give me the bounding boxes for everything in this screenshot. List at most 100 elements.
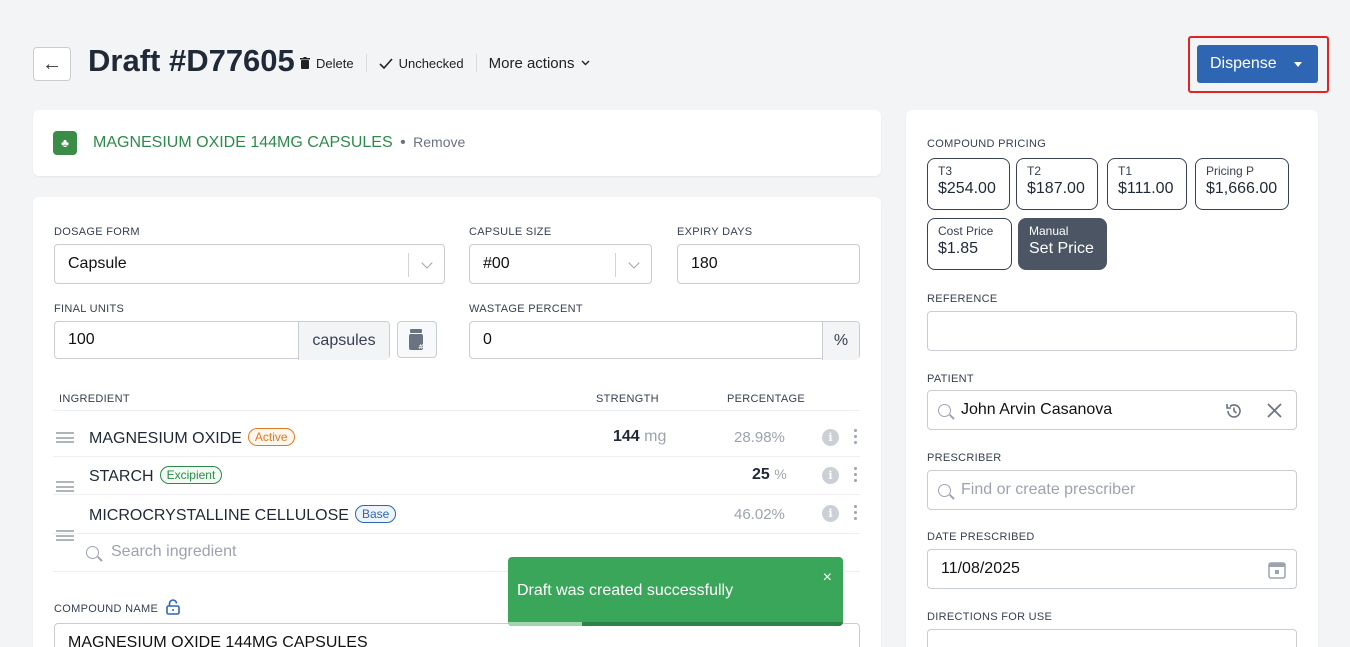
strength-value: 144 (613, 428, 640, 445)
check-icon (379, 57, 393, 69)
prescriber-input[interactable]: Find or create prescriber (927, 470, 1297, 510)
info-icon[interactable]: i (822, 467, 839, 484)
divider (53, 410, 860, 411)
kebab-icon[interactable] (854, 505, 857, 520)
ingredient-name[interactable]: MAGNESIUM OXIDE (89, 430, 242, 447)
prescriber-placeholder: Find or create prescriber (961, 481, 1136, 498)
pricing-tier-pricing-p[interactable]: Pricing P $1,666.00 (1195, 158, 1289, 210)
percentage-value: 28.98% (734, 429, 785, 446)
kebab-icon[interactable] (854, 429, 857, 444)
ingredient-search[interactable]: Search ingredient (86, 543, 236, 561)
ingredient-name[interactable]: STARCH (89, 468, 154, 485)
percentage-header: PERCENTAGE (727, 393, 805, 405)
pricing-tier-t3[interactable]: T3 $254.00 (927, 158, 1010, 210)
pricing-tier-label: Pricing P (1206, 164, 1255, 178)
strength-cell[interactable]: 144 mg (613, 428, 666, 446)
chevron-down-icon (408, 253, 444, 277)
date-prescribed-value: 11/08/2025 (941, 560, 1020, 577)
capsule-size-label: CAPSULE SIZE (469, 226, 552, 238)
search-icon (938, 403, 951, 417)
dosage-form-value: Capsule (68, 255, 127, 272)
unchecked-button[interactable]: Unchecked (379, 56, 464, 71)
final-units-unit: capsules (298, 322, 389, 360)
patient-input[interactable]: John Arvin Casanova (927, 390, 1297, 430)
compound-name-input[interactable]: MAGNESIUM OXIDE 144MG CAPSULES (54, 623, 860, 647)
compound-name-label-row: COMPOUND NAME (54, 599, 180, 615)
toast-message: Draft was created successfully (517, 582, 734, 599)
pricing-tier-cost-price[interactable]: Cost Price $1.85 (927, 218, 1012, 270)
dispense-button[interactable]: Dispense (1197, 45, 1318, 83)
wastage-percent-input[interactable]: 0 % (469, 321, 860, 360)
patient-label: PATIENT (927, 373, 974, 385)
ingredient-name[interactable]: MICROCRYSTALLINE CELLULOSE (89, 507, 349, 524)
percentage-cell[interactable]: 25 % (752, 466, 787, 484)
pricing-tier-value: $1.85 (938, 240, 979, 257)
drag-handle-icon[interactable] (56, 530, 74, 541)
calendar-icon[interactable] (1268, 560, 1286, 579)
final-units-input[interactable]: 100 capsules (54, 321, 390, 360)
pricing-tier-t2[interactable]: T2 $187.00 (1016, 158, 1098, 210)
ingredient-header: INGREDIENT (59, 393, 130, 405)
reference-input[interactable] (927, 311, 1297, 351)
pricing-tier-label: Cost Price (938, 224, 994, 238)
product-header: MAGNESIUM OXIDE 144MG CAPSULES • Remove (93, 134, 465, 152)
divider (53, 533, 860, 534)
ingredient-search-placeholder: Search ingredient (111, 543, 237, 560)
capsule-size-select[interactable]: #00 (469, 244, 652, 284)
delete-button[interactable]: Delete (300, 56, 354, 71)
expiry-days-value: 180 (691, 255, 718, 272)
strength-header: STRENGTH (596, 393, 659, 405)
expiry-days-input[interactable]: 180 (677, 244, 860, 284)
dispense-dropdown-caret-icon[interactable] (1294, 61, 1302, 67)
expiry-days-label: EXPIRY DAYS (677, 226, 753, 238)
date-prescribed-input[interactable]: 11/08/2025 (927, 549, 1297, 589)
pricing-tier-value: $254.00 (938, 180, 996, 197)
pricing-tier-t1[interactable]: T1 $111.00 (1107, 158, 1187, 210)
wastage-percent-unit: % (822, 322, 859, 360)
percentage-value: 25 (752, 466, 770, 483)
compound-pricing-label: COMPOUND PRICING (927, 138, 1047, 150)
chevron-down-icon (581, 60, 589, 66)
close-icon[interactable]: × (823, 569, 832, 587)
product-name[interactable]: MAGNESIUM OXIDE 144MG CAPSULES (93, 134, 393, 151)
compound-name-value: MAGNESIUM OXIDE 144MG CAPSULES (68, 634, 368, 647)
header-actions: Delete Unchecked More actions (300, 54, 590, 72)
drag-handle-icon[interactable] (56, 481, 74, 492)
info-icon[interactable]: i (822, 505, 839, 522)
compound-icon: ♣ (53, 131, 77, 155)
prescriber-label: PRESCRIBER (927, 452, 1002, 464)
close-icon[interactable] (1267, 403, 1282, 418)
ingredient-type-badge: Excipient (159, 466, 223, 484)
separator: • (400, 134, 406, 151)
more-actions-button[interactable]: More actions (489, 55, 590, 72)
final-units-label: FINAL UNITS (54, 303, 125, 315)
pricing-tier-label: T2 (1027, 164, 1042, 178)
divider (53, 456, 860, 457)
search-icon (86, 545, 99, 559)
pricing-tier-label: T1 (1118, 164, 1133, 178)
wastage-percent-label: WASTAGE PERCENT (469, 303, 583, 315)
directions-input[interactable] (927, 629, 1297, 647)
strength-unit: mg (644, 428, 667, 445)
dispense-label: Dispense (1210, 55, 1277, 72)
history-icon[interactable] (1224, 401, 1244, 421)
dosage-form-select[interactable]: Capsule (54, 244, 445, 284)
drag-handle-icon[interactable] (56, 432, 74, 443)
percentage-unit: % (774, 466, 787, 482)
pricing-tier-value: $111.00 (1118, 180, 1174, 197)
wastage-percent-value: 0 (483, 331, 492, 348)
table-row: MAGNESIUM OXIDE Active (89, 428, 295, 448)
ingredient-type-badge: Active (247, 428, 295, 446)
pricing-tier-manual[interactable]: Manual Set Price (1018, 218, 1107, 270)
back-button[interactable]: ← (33, 47, 71, 81)
remove-link[interactable]: Remove (413, 134, 465, 150)
search-icon (938, 483, 951, 497)
kebab-icon[interactable] (854, 467, 857, 482)
lock-icon[interactable] (166, 599, 180, 615)
ingredient-type-badge: Base (354, 505, 397, 523)
compound-name-label: COMPOUND NAME (54, 603, 159, 615)
pricing-tier-value: Set Price (1029, 240, 1094, 257)
info-icon[interactable]: i (822, 429, 839, 446)
pill-bottle-button[interactable]: # (397, 321, 437, 358)
date-prescribed-label: DATE PRESCRIBED (927, 531, 1035, 543)
